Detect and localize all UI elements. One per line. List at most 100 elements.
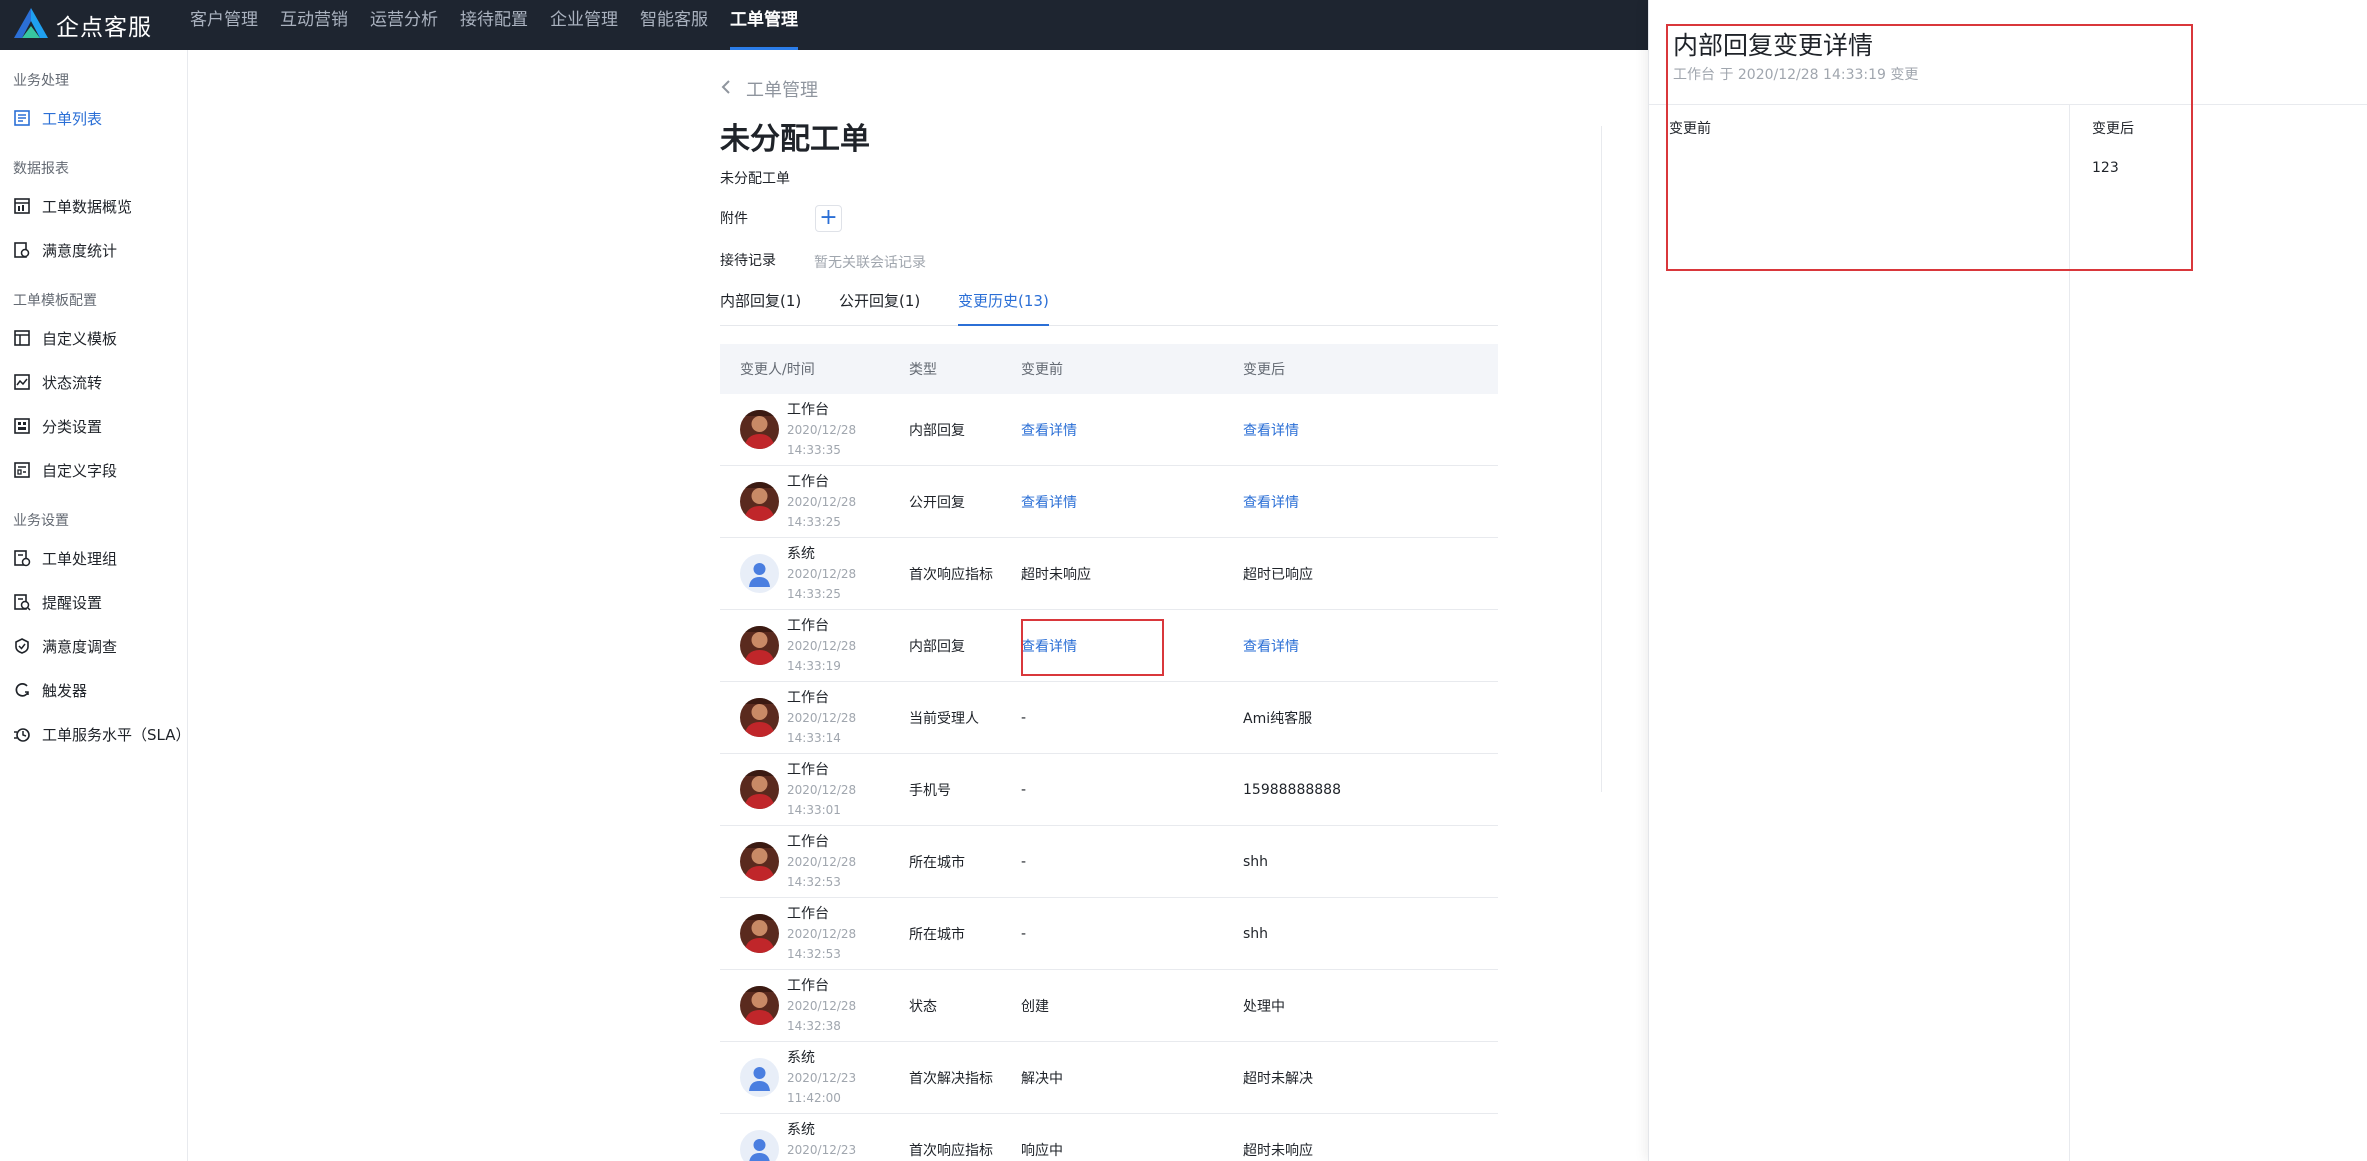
avatar xyxy=(740,770,779,809)
before-label: 变更前 xyxy=(1669,121,1711,137)
sidebar-item[interactable]: 自定义字段 xyxy=(0,448,187,492)
before-value: - xyxy=(1021,709,1027,726)
table-header: 变更人/时间 类型 变更前 变更后 xyxy=(720,344,1498,394)
main-content: 工单管理 未分配工单 未分配工单 附件 + 接待记录 暂无关联会话记录 内部回复… xyxy=(188,50,1648,1161)
table-row: 工作台 2020/12/28 14:33:14 当前受理人 - Ami纯客服 xyxy=(720,682,1498,754)
main-nav: 客户管理 互动营销 运营分析 接待配置 企业管理 智能客服 工单管理 xyxy=(180,0,810,50)
change-type: 首次响应指标 xyxy=(909,566,993,583)
change-detail-drawer: 内部回复变更详情 工作台 于 2020/12/28 14:33:19 变更 变更… xyxy=(1648,0,2367,1161)
changer-info: 工作台 2020/12/28 14:33:35 xyxy=(787,400,909,460)
sidebar-item-label: 状态流转 xyxy=(42,373,103,392)
change-time: 2020/12/28 14:33:35 xyxy=(787,422,857,457)
sidebar-item[interactable]: 工单服务水平（SLA） xyxy=(0,712,191,756)
changer-info: 工作台 2020/12/28 14:33:19 xyxy=(787,616,909,676)
view-after-detail-link[interactable]: 查看详情 xyxy=(1243,636,1498,656)
sidebar-item[interactable]: 工单处理组 xyxy=(0,536,187,580)
table-row: 工作台 2020/12/28 14:33:35 内部回复 查看详情 查看详情 xyxy=(720,394,1498,466)
nav-item-5[interactable]: 智能客服 xyxy=(630,0,718,50)
drawer-subtitle: 工作台 于 2020/12/28 14:33:19 变更 xyxy=(1673,67,1919,83)
back-label: 工单管理 xyxy=(746,80,818,101)
before-value: 创建 xyxy=(1021,998,1049,1015)
change-type: 状态 xyxy=(909,998,937,1015)
table-row: 工作台 2020/12/28 14:33:01 手机号 - 15988888888 xyxy=(720,754,1498,826)
nav-item-1[interactable]: 互动营销 xyxy=(270,0,358,50)
back-link[interactable]: 工单管理 xyxy=(720,76,818,102)
page-title: 未分配工单 xyxy=(720,122,870,157)
nav-item-4[interactable]: 企业管理 xyxy=(540,0,628,50)
brand[interactable]: 企点客服 xyxy=(12,6,152,44)
change-type: 所在城市 xyxy=(909,854,965,871)
sidebar-item[interactable]: 满意度调查 xyxy=(0,624,187,668)
tab-2[interactable]: 变更历史(13) xyxy=(958,290,1049,326)
category-icon xyxy=(13,417,31,435)
after-label: 变更后 xyxy=(2092,121,2134,137)
change-type: 所在城市 xyxy=(909,926,965,943)
table-row: 工作台 2020/12/28 14:33:25 公开回复 查看详情 查看详情 xyxy=(720,466,1498,538)
vertical-divider xyxy=(1601,126,1602,792)
sidebar-item[interactable]: 满意度统计 xyxy=(0,228,187,272)
record-value: 暂无关联会话记录 xyxy=(814,255,926,271)
changer-name: 系统 xyxy=(787,545,815,562)
sidebar-item[interactable]: 工单列表 xyxy=(0,96,187,140)
changer-name: 工作台 xyxy=(787,473,829,490)
attachment-label: 附件 xyxy=(720,211,748,227)
after-value: 处理中 xyxy=(1243,998,1285,1015)
view-after-detail-link[interactable]: 查看详情 xyxy=(1243,420,1498,440)
change-time: 2020/12/28 14:32:53 xyxy=(787,854,857,889)
app-root: 企点客服 客户管理 互动营销 运营分析 接待配置 企业管理 智能客服 工单管理 业务处理 工单… xyxy=(0,0,2367,1161)
detail-tabs: 内部回复(1) 公开回复(1) 变更历史(13) xyxy=(720,290,1498,326)
view-after-detail-link[interactable]: 查看详情 xyxy=(1243,492,1498,512)
after-value: shh xyxy=(1243,925,1269,942)
sidebar-item-label: 自定义字段 xyxy=(42,461,118,480)
nav-item-3[interactable]: 接待配置 xyxy=(450,0,538,50)
sidebar-item-label: 触发器 xyxy=(42,681,88,700)
nav-item-0[interactable]: 客户管理 xyxy=(180,0,268,50)
change-time: 2020/12/23 11:42:00 xyxy=(787,1070,857,1105)
change-time: 2020/12/28 14:33:19 xyxy=(787,638,857,673)
changer-cell: 工作台 2020/12/28 14:32:53 xyxy=(720,832,909,892)
before-value: 解决中 xyxy=(1021,1070,1063,1087)
stats-icon xyxy=(13,241,31,259)
sidebar-item[interactable]: 触发器 xyxy=(0,668,187,712)
group-icon xyxy=(13,549,31,567)
nav-item-6[interactable]: 工单管理 xyxy=(720,0,808,50)
sidebar-item-label: 满意度统计 xyxy=(42,241,118,260)
sidebar-item[interactable]: 提醒设置 xyxy=(0,580,187,624)
after-value: shh xyxy=(1243,853,1269,870)
avatar xyxy=(740,842,779,881)
change-time: 2020/12/23 11:40:00 xyxy=(787,1142,857,1157)
trigger-icon xyxy=(13,681,31,699)
sidebar-item[interactable]: 工单数据概览 xyxy=(0,184,187,228)
changer-name: 系统 xyxy=(787,1121,815,1138)
add-attachment-button[interactable]: + xyxy=(815,205,842,232)
sidebar-item[interactable]: 分类设置 xyxy=(0,404,187,448)
change-time: 2020/12/28 14:33:14 xyxy=(787,710,857,745)
change-time: 2020/12/28 14:33:25 xyxy=(787,566,857,601)
changer-cell: 系统 2020/12/28 14:33:25 xyxy=(720,544,909,604)
top-navbar: 企点客服 客户管理 互动营销 运营分析 接待配置 企业管理 智能客服 工单管理 xyxy=(0,0,1648,50)
change-time: 2020/12/28 14:32:38 xyxy=(787,998,857,1033)
sidebar-item-label: 提醒设置 xyxy=(42,593,103,612)
sidebar-item[interactable]: 状态流转 xyxy=(0,360,187,404)
view-before-detail-link[interactable]: 查看详情 xyxy=(1021,420,1243,440)
nav-item-2[interactable]: 运营分析 xyxy=(360,0,448,50)
drawer-divider xyxy=(1649,104,2367,105)
table-row: 系统 2020/12/28 14:33:25 首次响应指标 超时未响应 超时已响应 xyxy=(720,538,1498,610)
sidebar-group-title: 业务处理 xyxy=(13,73,69,89)
change-time: 2020/12/28 14:32:53 xyxy=(787,926,857,961)
changer-cell: 系统 2020/12/23 11:40:00 xyxy=(720,1120,909,1161)
sidebar-item-label: 工单数据概览 xyxy=(42,197,133,216)
sidebar-item[interactable]: 自定义模板 xyxy=(0,316,187,360)
changer-name: 工作台 xyxy=(787,977,829,994)
sidebar-group-title: 数据报表 xyxy=(13,161,69,177)
record-label: 接待记录 xyxy=(720,253,776,269)
avatar xyxy=(740,410,779,449)
table-row: 工作台 2020/12/28 14:32:53 所在城市 - shh xyxy=(720,826,1498,898)
tab-0[interactable]: 内部回复(1) xyxy=(720,290,801,326)
tab-1[interactable]: 公开回复(1) xyxy=(839,290,920,326)
view-before-detail-link[interactable]: 查看详情 xyxy=(1021,492,1243,512)
sidebar-group-title: 业务设置 xyxy=(13,513,69,529)
changer-info: 工作台 2020/12/28 14:32:53 xyxy=(787,904,909,964)
change-type: 内部回复 xyxy=(909,422,965,439)
after-value: 超时已响应 xyxy=(1243,566,1313,583)
